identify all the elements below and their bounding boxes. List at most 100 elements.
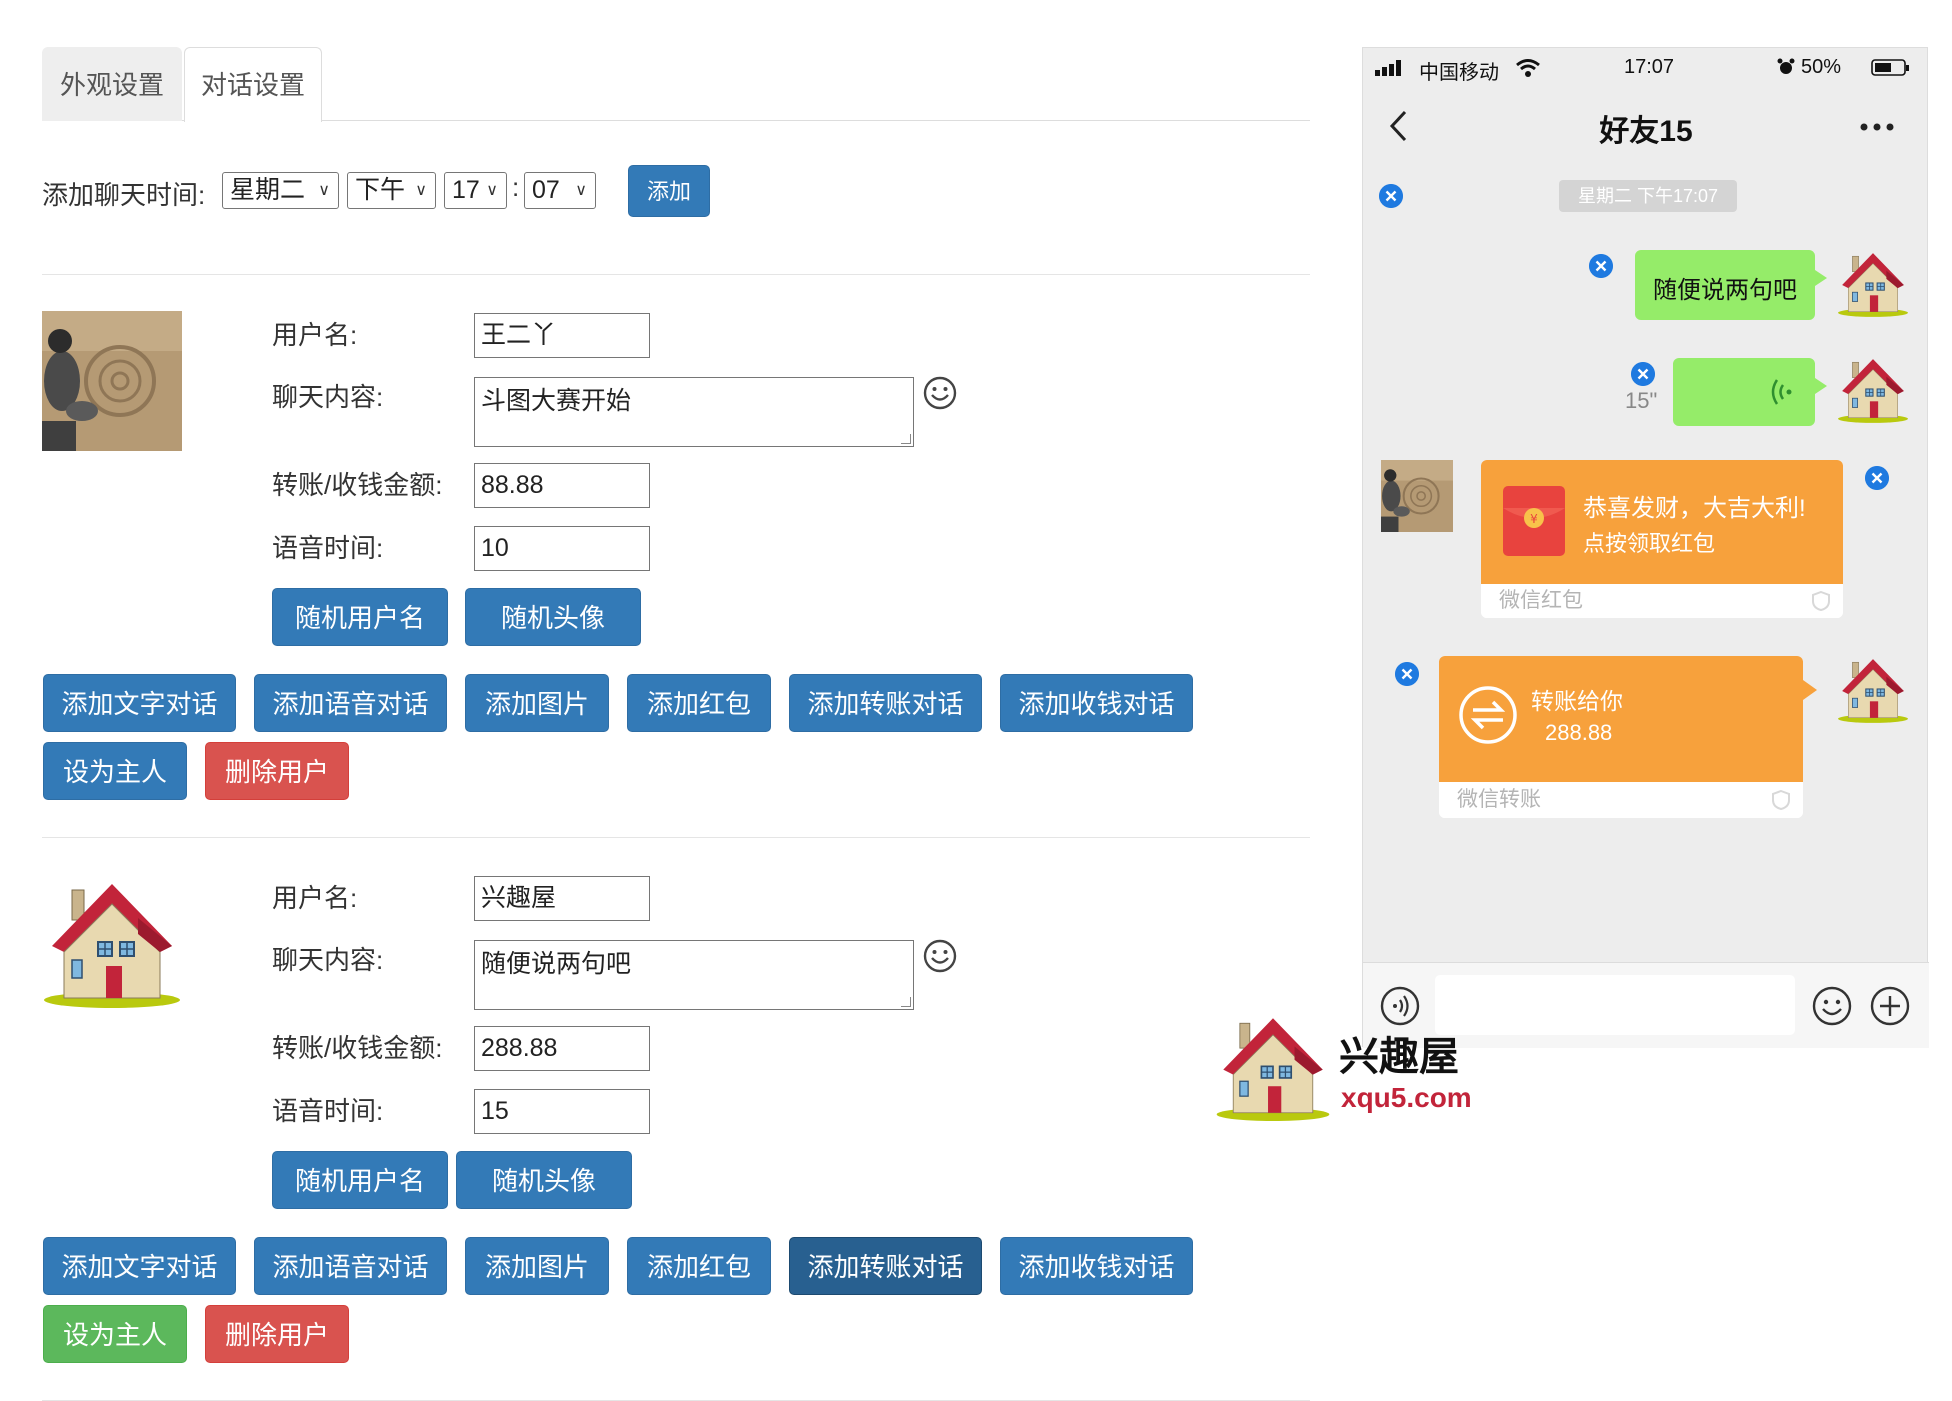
chat-header: 好友15 xyxy=(1363,88,1929,168)
content-label: 聊天内容: xyxy=(272,382,384,412)
emoji-smiley-icon[interactable] xyxy=(922,375,958,411)
add-image-button[interactable]: 添加图片 xyxy=(465,674,609,732)
watermark-logo: 兴趣屋 xqu5.com xyxy=(1215,1010,1475,1130)
add-text-button[interactable]: 添加文字对话 xyxy=(43,1237,236,1295)
redpacket-card[interactable]: ¥ 恭喜发财，大吉大利! 点按领取红包 微信红包 xyxy=(1481,460,1843,618)
set-owner-button[interactable]: 设为主人 xyxy=(43,742,187,800)
emoji-smiley-icon[interactable] xyxy=(922,938,958,974)
delete-user-button[interactable]: 删除用户 xyxy=(205,742,349,800)
content-textarea[interactable]: 斗图大赛开始 xyxy=(474,377,914,447)
voice-time-input[interactable]: 10 xyxy=(474,526,650,571)
add-voice-button[interactable]: 添加语音对话 xyxy=(254,1237,447,1295)
wechat-preview: 中国移动 17:07 50% 好友15 星期二 下午17:07 随便说两句吧 1… xyxy=(1362,47,1929,1048)
redpacket-greeting: 恭喜发财，大吉大利! xyxy=(1583,495,1806,522)
amount-label: 转账/收钱金额: xyxy=(272,1033,443,1063)
tab-appearance[interactable]: 外观设置 xyxy=(42,47,182,121)
period-value: 下午 xyxy=(355,176,406,204)
period-select[interactable]: 下午 ∨ xyxy=(347,172,436,209)
close-icon[interactable] xyxy=(1589,254,1613,278)
alarm-icon xyxy=(1777,58,1795,74)
add-receive-button[interactable]: 添加收钱对话 xyxy=(1000,1237,1193,1295)
voice-time-input[interactable]: 15 xyxy=(474,1089,650,1134)
signal-icon xyxy=(1375,60,1401,76)
add-time-row: 添加聊天时间: 星期二 ∨ 下午 ∨ 17 ∨ : 07 ∨ 添加 xyxy=(42,155,1310,275)
add-time-label: 添加聊天时间: xyxy=(42,180,206,210)
random-avatar-button[interactable]: 随机头像 xyxy=(465,588,641,646)
voice-message-bubble[interactable] xyxy=(1673,358,1827,426)
chevron-down-icon: ∨ xyxy=(415,182,427,199)
house-logo-icon xyxy=(1215,1010,1331,1126)
add-image-button[interactable]: 添加图片 xyxy=(465,1237,609,1295)
minute-select[interactable]: 07 ∨ xyxy=(524,172,596,209)
redpacket-hint: 点按领取红包 xyxy=(1583,531,1716,556)
house-icon[interactable] xyxy=(42,874,182,1014)
house-icon xyxy=(1837,248,1909,320)
random-name-button[interactable]: 随机用户名 xyxy=(272,588,448,646)
redpacket-footer-label: 微信红包 xyxy=(1499,589,1583,612)
amount-input[interactable]: 288.88 xyxy=(474,1026,650,1071)
close-icon[interactable] xyxy=(1865,466,1889,490)
close-icon[interactable] xyxy=(1395,662,1419,686)
transfer-footer: 微信转账 xyxy=(1439,782,1803,818)
add-text-button[interactable]: 添加文字对话 xyxy=(43,674,236,732)
add-time-button[interactable]: 添加 xyxy=(628,165,710,217)
add-voice-button[interactable]: 添加语音对话 xyxy=(254,674,447,732)
text-message-bubble[interactable]: 随便说两句吧 xyxy=(1635,250,1827,320)
time-colon: : xyxy=(512,172,520,202)
voice-wave-icon xyxy=(1771,379,1792,405)
content-value: 随便说两句吧 xyxy=(481,950,632,978)
more-options-icon[interactable] xyxy=(1859,122,1895,132)
user-block-2: 用户名: 兴趣屋 聊天内容: 随便说两句吧 转账/收钱金额: 288.88 语音… xyxy=(42,838,1310,1401)
svg-text:¥: ¥ xyxy=(1530,512,1538,526)
add-receive-button[interactable]: 添加收钱对话 xyxy=(1000,674,1193,732)
weekday-value: 星期二 xyxy=(230,176,306,204)
redpacket-card-body: ¥ 恭喜发财，大吉大利! 点按领取红包 xyxy=(1481,460,1843,584)
transfer-title: 转账给你 xyxy=(1531,688,1623,714)
plus-icon[interactable] xyxy=(1869,985,1911,1027)
message-input[interactable] xyxy=(1435,975,1795,1035)
transfer-arrows-icon xyxy=(1459,686,1517,744)
username-label: 用户名: xyxy=(272,883,358,913)
transfer-footer-label: 微信转账 xyxy=(1457,788,1541,811)
chat-title: 好友15 xyxy=(1599,115,1693,148)
close-icon[interactable] xyxy=(1379,184,1403,208)
content-value: 斗图大赛开始 xyxy=(481,387,632,415)
voice-duration: 15" xyxy=(1625,388,1658,413)
battery-icon xyxy=(1871,59,1909,76)
transfer-card-body: 转账给你 288.88 xyxy=(1439,656,1803,782)
add-transfer-button[interactable]: 添加转账对话 xyxy=(789,1237,982,1295)
amount-label: 转账/收钱金额: xyxy=(272,470,443,500)
watermark-name: 兴趣屋 xyxy=(1339,1035,1459,1079)
emoji-icon[interactable] xyxy=(1811,985,1853,1027)
chat-editor: 外观设置 对话设置 添加聊天时间: 星期二 ∨ 下午 ∨ 17 ∨ : 07 ∨… xyxy=(42,47,1310,1401)
tab-dialog[interactable]: 对话设置 xyxy=(184,47,322,122)
add-transfer-button[interactable]: 添加转账对话 xyxy=(789,674,982,732)
voice-time-label: 语音时间: xyxy=(272,1096,384,1126)
random-name-button[interactable]: 随机用户名 xyxy=(272,1151,448,1209)
delete-user-button[interactable]: 删除用户 xyxy=(205,1305,349,1363)
minute-value: 07 xyxy=(532,176,560,204)
close-icon[interactable] xyxy=(1631,362,1655,386)
content-textarea[interactable]: 随便说两句吧 xyxy=(474,940,914,1010)
resize-grip-icon[interactable] xyxy=(901,434,911,444)
battery-percent: 50% xyxy=(1801,56,1842,78)
bubble-tail xyxy=(1803,680,1817,700)
user-avatar-photo[interactable] xyxy=(42,311,182,451)
add-redpacket-button[interactable]: 添加红包 xyxy=(627,1237,771,1295)
watermark-domain: xqu5.com xyxy=(1341,1082,1472,1113)
hour-select[interactable]: 17 ∨ xyxy=(444,172,507,209)
username-input[interactable]: 兴趣屋 xyxy=(474,876,650,921)
set-owner-button[interactable]: 设为主人 xyxy=(43,1305,187,1363)
transfer-card[interactable]: 转账给你 288.88 微信转账 xyxy=(1439,656,1803,818)
status-bar: 中国移动 17:07 50% xyxy=(1363,48,1929,88)
username-input[interactable]: 王二丫 xyxy=(474,313,650,358)
add-redpacket-button[interactable]: 添加红包 xyxy=(627,674,771,732)
random-avatar-button[interactable]: 随机头像 xyxy=(456,1151,632,1209)
amount-input[interactable]: 88.88 xyxy=(474,463,650,508)
carrier-name: 中国移动 xyxy=(1419,62,1499,84)
transfer-amount: 288.88 xyxy=(1545,720,1613,745)
redpacket-envelope-icon: ¥ xyxy=(1503,486,1565,556)
weekday-select[interactable]: 星期二 ∨ xyxy=(222,172,339,209)
wifi-icon xyxy=(1516,59,1540,77)
resize-grip-icon[interactable] xyxy=(901,997,911,1007)
